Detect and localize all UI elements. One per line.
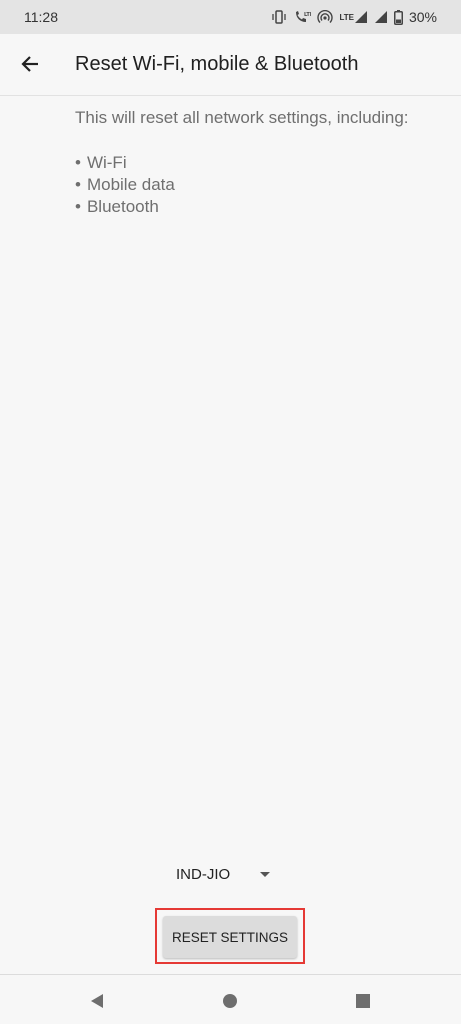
nav-back-icon [91, 994, 103, 1008]
intro-text: This will reset all network settings, in… [75, 108, 409, 127]
lte-signal-icon: LTE [339, 10, 368, 24]
app-bar: Reset Wi-Fi, mobile & Bluetooth [0, 34, 461, 96]
reset-settings-button[interactable]: RESET SETTINGS [163, 916, 297, 958]
nav-back-button[interactable] [86, 990, 108, 1012]
volte-call-icon: LTE [293, 10, 311, 24]
back-button[interactable] [14, 48, 46, 80]
sim-selector-dropdown[interactable]: IND-JIO [176, 866, 271, 883]
battery-percent: 30% [408, 9, 437, 25]
battery-icon [393, 9, 403, 25]
reset-items-list: Wi-Fi Mobile data Bluetooth [75, 152, 451, 218]
screen: 11:28 LTE [0, 0, 461, 1024]
nav-recents-icon [356, 994, 370, 1008]
dropdown-arrow-icon [260, 872, 271, 877]
nav-home-button[interactable] [219, 990, 241, 1012]
status-bar: 11:28 LTE [0, 0, 461, 34]
vibrate-icon [271, 10, 287, 24]
description-section: This will reset all network settings, in… [75, 108, 451, 218]
list-item: Wi-Fi [75, 152, 451, 174]
list-item: Mobile data [75, 174, 451, 196]
navigation-bar [0, 974, 461, 1024]
hotspot-icon [317, 10, 334, 24]
signal-icon [374, 10, 388, 24]
nav-recents-button[interactable] [352, 990, 374, 1012]
status-icons: LTE LTE [271, 9, 437, 25]
list-item: Bluetooth [75, 196, 451, 218]
status-time: 11:28 [24, 9, 58, 25]
svg-text:LTE: LTE [304, 12, 311, 18]
arrow-back-icon [21, 56, 38, 72]
nav-home-icon [223, 994, 237, 1008]
page-title: Reset Wi-Fi, mobile & Bluetooth [75, 53, 359, 75]
sim-selected-label: IND-JIO [176, 866, 231, 883]
